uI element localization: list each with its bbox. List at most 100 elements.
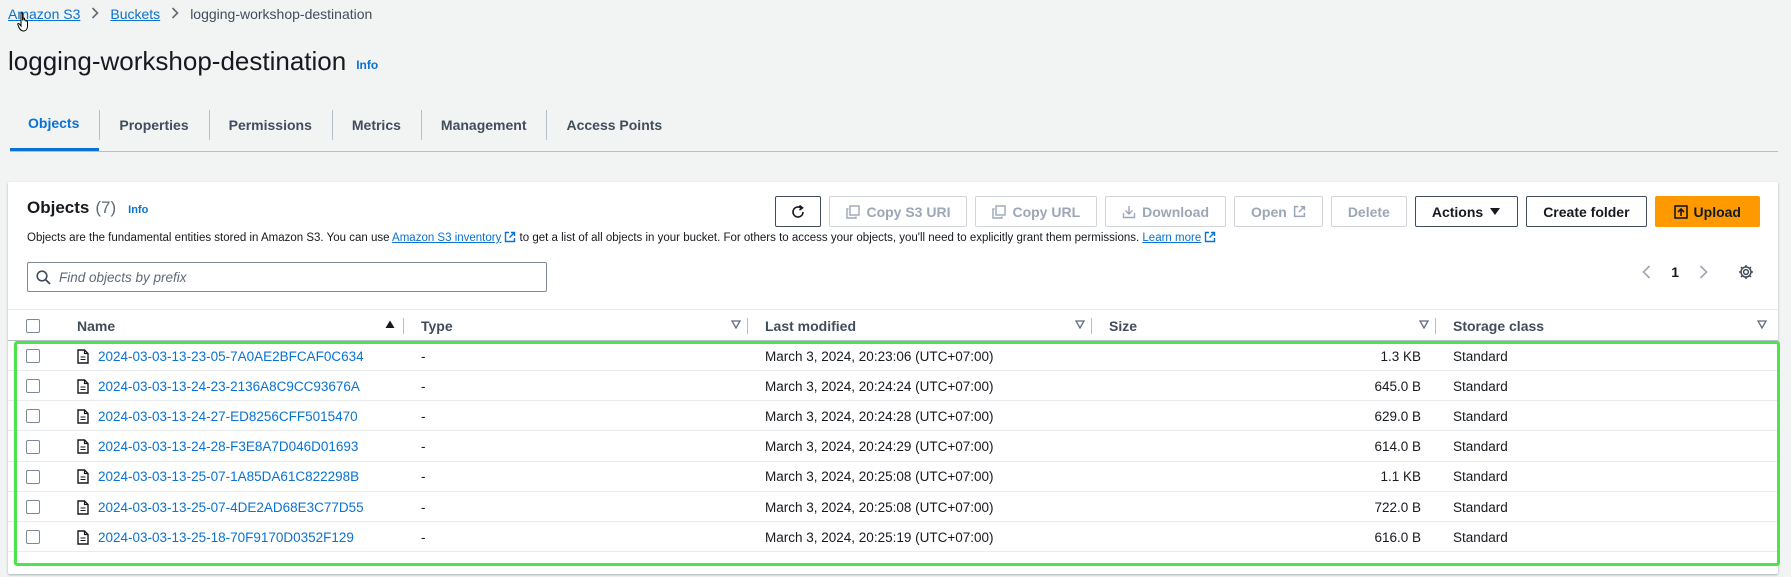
column-header-last-modified[interactable]: Last modified [765,310,1097,341]
row-checkbox[interactable] [26,409,40,424]
row-checkbox[interactable] [26,349,40,363]
name-cell: 2024-03-03-13-23-05-7A0AE2BFCAF0C634 [77,341,364,371]
last-modified-cell: March 3, 2024, 20:23:06 (UTC+07:00) [765,348,994,364]
copy-url-button[interactable]: Copy URL [975,196,1098,227]
gear-icon[interactable] [1738,264,1754,280]
table-row[interactable]: 2024-03-03-13-24-23-2136A8C9CC93676A - M… [8,371,1778,402]
upload-icon [1673,204,1688,219]
last-modified-cell: March 3, 2024, 20:25:08 (UTC+07:00) [765,499,994,515]
column-divider [1091,318,1092,334]
column-header-storage-class[interactable]: Storage class [1453,310,1771,341]
create-folder-label: Create folder [1543,203,1630,220]
page-info-link[interactable]: Info [356,58,378,72]
delete-label: Delete [1347,203,1390,220]
objects-heading: Objects (7) Info [27,198,148,218]
table-row[interactable]: 2024-03-03-13-23-05-7A0AE2BFCAF0C634 - M… [8,341,1778,371]
row-select-cell [26,522,40,552]
last-modified-cell: March 3, 2024, 20:24:28 (UTC+07:00) [765,408,994,424]
copy-icon [846,204,861,219]
type-cell: - [421,378,426,394]
column-name-label: Name [77,317,116,334]
column-divider [1435,318,1436,334]
sort-icon [731,320,741,329]
table-row[interactable]: 2024-03-03-13-25-07-4DE2AD68E3C77D55 - M… [8,492,1778,522]
pagination: 1 [1642,264,1754,280]
object-name-link[interactable]: 2024-03-03-13-24-28-F3E8A7D046D01693 [98,439,358,454]
description-text-2: to get a list of all objects in your buc… [516,232,1143,244]
description-text: Objects are the fundamental entities sto… [27,232,393,244]
copy-icon [992,204,1007,219]
name-cell: 2024-03-03-13-24-27-ED8256CFF5015470 [77,401,358,431]
object-name-link[interactable]: 2024-03-03-13-25-07-4DE2AD68E3C77D55 [98,500,364,515]
column-divider [747,318,748,334]
table-row[interactable]: 2024-03-03-13-24-28-F3E8A7D046D01693 - M… [8,432,1778,462]
tab-objects[interactable]: Objects [10,98,100,151]
inventory-link[interactable]: Amazon S3 inventory [392,232,501,244]
tab-bar: Objects Properties Permissions Metrics M… [10,98,1778,152]
object-name-link[interactable]: 2024-03-03-13-25-18-70F9170D0352F129 [98,530,354,545]
row-select-cell [26,371,40,401]
column-storage-class-label: Storage class [1453,317,1545,334]
select-all-checkbox[interactable] [26,318,40,333]
page-title: logging-workshop-destination [8,46,347,76]
actions-label: Actions [1431,203,1484,220]
create-folder-button[interactable]: Create folder [1526,196,1647,227]
download-label: Download [1142,203,1210,220]
row-checkbox[interactable] [26,439,40,454]
tab-access-points[interactable]: Access Points [546,98,682,151]
learn-more-link[interactable]: Learn more [1142,232,1201,244]
breadcrumb-current: logging-workshop-destination [190,6,373,22]
row-select-cell [26,462,40,492]
file-icon [77,409,89,424]
chevron-right-icon [90,6,100,22]
column-header-type[interactable]: Type [421,310,753,341]
object-name-link[interactable]: 2024-03-03-13-23-05-7A0AE2BFCAF0C634 [98,349,364,364]
download-button[interactable]: Download [1105,196,1227,227]
row-checkbox[interactable] [26,530,40,545]
file-icon [77,378,89,394]
refresh-button[interactable] [775,196,822,227]
column-header-name[interactable]: Name [77,310,407,341]
row-checkbox[interactable] [26,469,40,484]
column-divider [403,318,404,334]
size-cell: 629.0 B [1374,408,1421,424]
table-header: Name Type Last modified Size Storage cla… [8,309,1778,341]
file-icon [77,469,89,484]
objects-panel: Objects (7) Info Objects are the fundame… [8,182,1778,574]
table-row[interactable]: 2024-03-03-13-25-07-1A85DA61C822298B - M… [8,462,1778,492]
open-label: Open [1251,203,1287,220]
search-input[interactable] [59,269,529,285]
table-row[interactable]: 2024-03-03-13-24-27-ED8256CFF5015470 - M… [8,401,1778,432]
chevron-left-icon[interactable] [1642,265,1651,279]
upload-button[interactable]: Upload [1654,196,1760,227]
page-header: logging-workshop-destination Info [8,46,378,77]
name-cell: 2024-03-03-13-24-23-2136A8C9CC93676A [77,371,360,401]
tab-management[interactable]: Management [420,98,547,151]
chevron-right-icon[interactable] [1699,265,1708,279]
tab-permissions[interactable]: Permissions [208,98,332,151]
objects-info-link[interactable]: Info [128,204,148,216]
row-checkbox[interactable] [26,379,40,394]
delete-button[interactable]: Delete [1330,196,1407,227]
external-link-icon [1293,205,1305,218]
type-cell: - [421,469,426,485]
tab-properties[interactable]: Properties [99,98,208,151]
column-header-size[interactable]: Size [1109,310,1441,341]
actions-dropdown-button[interactable]: Actions [1414,196,1519,227]
row-checkbox[interactable] [26,500,40,514]
column-type-label: Type [421,317,453,334]
object-name-link[interactable]: 2024-03-03-13-24-23-2136A8C9CC93676A [98,379,360,394]
object-name-link[interactable]: 2024-03-03-13-24-27-ED8256CFF5015470 [98,409,358,424]
table-row[interactable]: 2024-03-03-13-25-18-70F9170D0352F129 - M… [8,522,1778,553]
last-modified-cell: March 3, 2024, 20:24:29 (UTC+07:00) [765,439,994,455]
copy-s3-uri-button[interactable]: Copy S3 URI [829,196,968,227]
object-name-link[interactable]: 2024-03-03-13-25-07-1A85DA61C822298B [98,469,359,484]
breadcrumb-buckets[interactable]: Buckets [110,6,160,22]
last-modified-cell: March 3, 2024, 20:25:19 (UTC+07:00) [765,529,994,545]
current-page[interactable]: 1 [1671,264,1679,280]
open-button[interactable]: Open [1234,196,1323,227]
search-icon [36,269,51,285]
sort-ascending-icon [385,320,395,328]
tab-metrics[interactable]: Metrics [331,98,421,151]
storage-class-cell: Standard [1453,348,1508,364]
